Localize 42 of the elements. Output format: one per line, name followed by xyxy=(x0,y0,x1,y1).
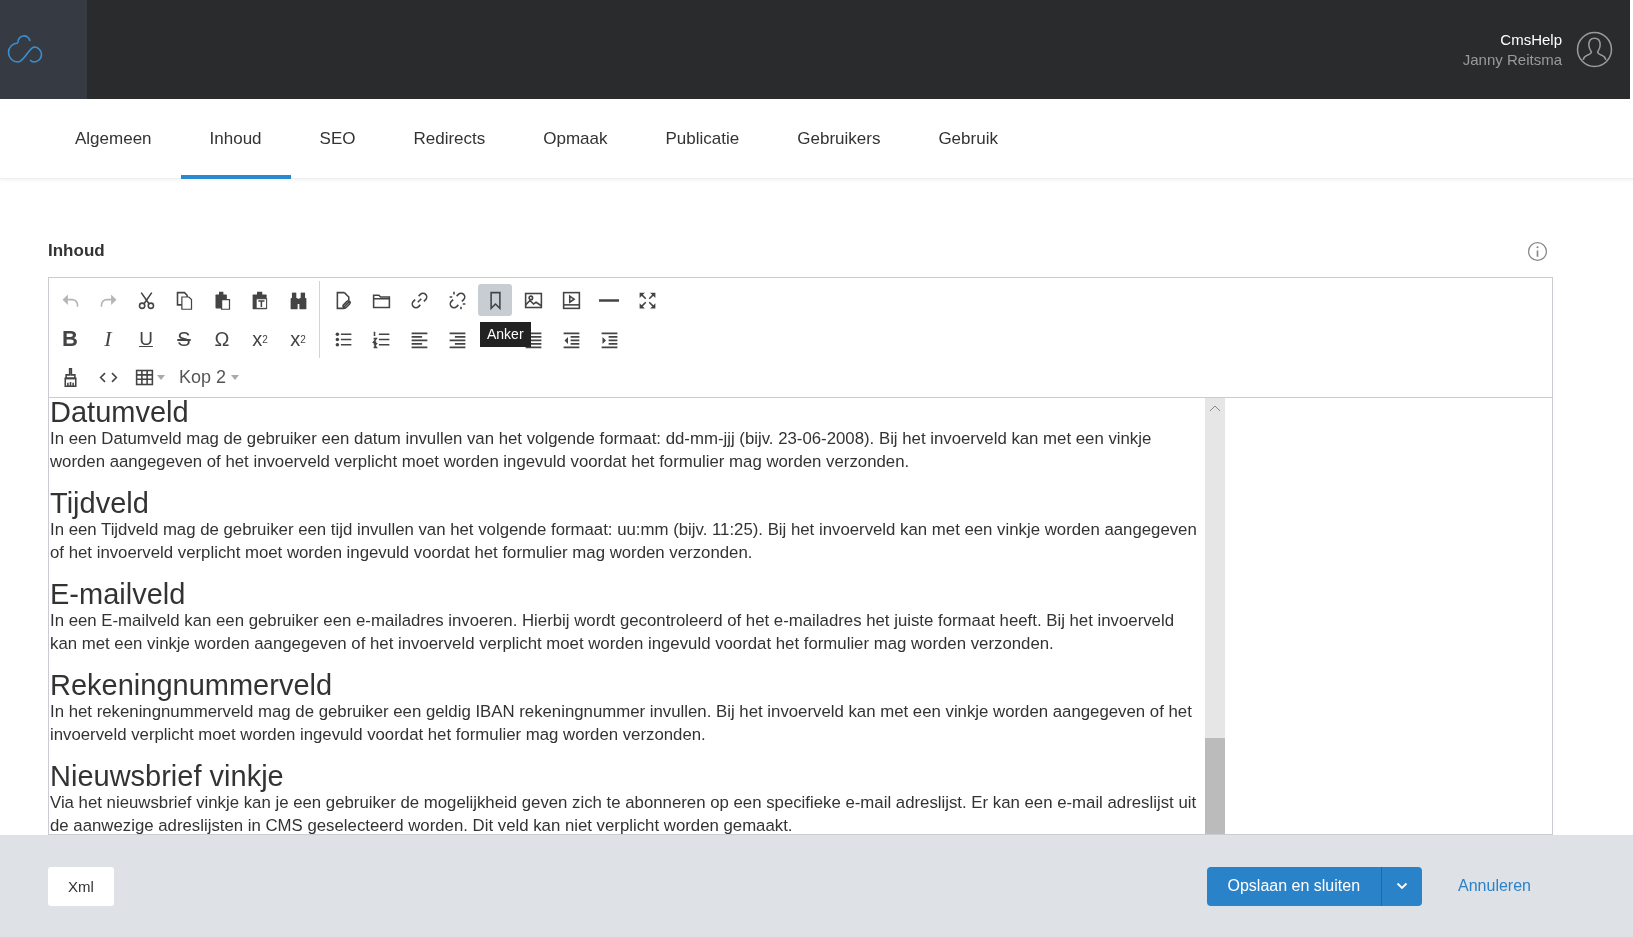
tab[interactable]: Inhoud xyxy=(180,99,291,179)
user-avatar-icon[interactable] xyxy=(1576,31,1613,68)
heading-format-dropdown[interactable]: Kop 2 xyxy=(173,361,246,394)
underline-button[interactable]: U xyxy=(129,323,163,355)
bookmark-button[interactable] xyxy=(478,284,512,317)
field-label: Inhoud xyxy=(48,241,105,261)
section-heading: E-mailveld xyxy=(50,580,187,609)
paragraph: In een E-mailveld kan een gebruiker een e-mailadres invoeren. Hierbij wordt gecontroleerd of het e-mailadres het juiste formaat heeft. Bij het invoerveld kan met een vinkje worden aangegeven of het invoerveld verplicht moet worden ingevuld voordat het formulier mag worden verzonden. xyxy=(50,610,1175,655)
section-heading: Datumveld xyxy=(50,398,190,427)
scrollbar[interactable] xyxy=(1205,398,1225,834)
section-heading: Nieuwsbrief vinkje xyxy=(50,762,285,791)
superscript-button[interactable]: x$^{2}$ xyxy=(281,323,315,355)
info-icon[interactable] xyxy=(1527,240,1548,262)
section-heading: Rekeningnummerveld xyxy=(50,671,334,700)
horizontal-line-icon xyxy=(599,298,619,302)
tab[interactable]: Gebruikers xyxy=(768,99,910,179)
tab[interactable]: Gebruik xyxy=(909,99,1027,179)
user-name: Janny Reitsma xyxy=(1462,51,1562,68)
strikethrough-button[interactable]: S xyxy=(167,323,201,355)
tab[interactable]: SEO xyxy=(290,99,385,179)
paragraph: In een Tijdveld mag de gebruiker een tijd invullen van het volgende formaat: uu:mm (bijv. 11:25). Bij het invoerveld kan met een vinkje worden aangegeven of het invoerveld verplicht moet worden ingevuld voordat het formulier mag worden verzonden. xyxy=(50,519,1198,564)
italic-button[interactable]: I xyxy=(91,323,125,355)
paragraph: In het rekeningnummerveld mag de gebruiker een geldig IBAN rekeningnummer invullen. Bij het invoerveld kan met een vinkje worden aangegeven of het invoerveld verplicht moet worden ingevuld voordat het formulier mag worden verzonden. xyxy=(50,701,1193,746)
tab[interactable]: Redirects xyxy=(384,99,515,179)
special-character-button[interactable]: Ω xyxy=(205,323,239,355)
tooltip: Anker xyxy=(480,322,531,347)
save-button[interactable]: Opslaan en sluiten xyxy=(1206,866,1382,906)
xml-button[interactable]: Xml xyxy=(48,866,114,906)
save-options-button[interactable] xyxy=(1381,866,1423,906)
bold-button[interactable]: B xyxy=(53,323,87,355)
caret-icon xyxy=(231,375,240,381)
chevron-down-icon xyxy=(1396,882,1409,890)
paragraph: In een Datumveld mag de gebruiker een datum invullen van het volgende formaat: dd-mm-jjj (bijv. 23-06-2008). Bij het invoerveld kan met een vinkje worden aangegeven of het invoerveld verplicht moet worden ingevuld voordat het formulier mag worden verzonden. xyxy=(50,428,1153,473)
scrollbar-thumb[interactable] xyxy=(1205,738,1225,834)
tab[interactable]: Publicatie xyxy=(636,99,769,179)
play-icon xyxy=(560,289,582,311)
account-name: CmsHelp xyxy=(1500,31,1562,48)
paragraph: Via het nieuwsbrief vinkje kan je een gebruiker de mogelijkheid geven zich te abonneren op een specifieke e-mail adreslijst. Er kan een e-mail adreslijst uit de aanwezige adreslijsten in CMS geselecteerd worden. Dit veld kan niet verplicht worden gemaakt. xyxy=(50,792,1198,834)
section-heading: Tijdveld xyxy=(50,489,150,518)
tab[interactable]: Algemeen xyxy=(46,99,181,179)
tab[interactable]: Opmaak xyxy=(514,99,637,179)
caret-icon xyxy=(156,375,165,381)
